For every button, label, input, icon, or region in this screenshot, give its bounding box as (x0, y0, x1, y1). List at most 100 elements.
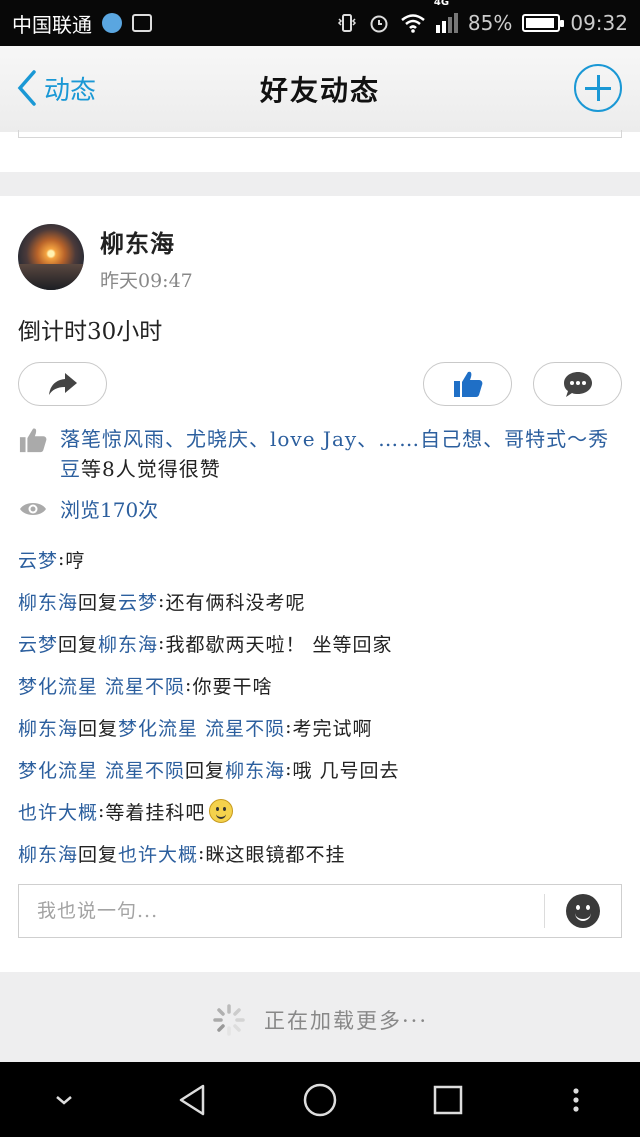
comment-author[interactable]: 柳东海 (18, 714, 78, 741)
comment-item[interactable]: 梦化流星 流星不陨 回复 柳东海: 哦 几号回去 (18, 748, 622, 790)
comment-text: 哼 (65, 549, 86, 572)
likes-text: 落笔惊风雨、尤晓庆、love Jay、……自己想、哥特式～秀豆等8人觉得很赞 (60, 424, 622, 484)
comment-text: 我都歇两天啦！ 坐等回家 (165, 633, 393, 656)
comment-author[interactable]: 梦化流星 流星不陨 (18, 756, 185, 783)
post-time: 昨天09:47 (100, 270, 193, 292)
loading-text: 正在加载更多··· (263, 1009, 429, 1033)
comment-item[interactable]: 柳东海 回复 也许大概: 眯这眼镜都不挂 (18, 832, 622, 874)
comment-separator: : (185, 674, 193, 696)
previous-reply-box (18, 130, 622, 138)
comment-separator: : (158, 632, 166, 654)
comment-reply-word: 回复 (185, 759, 226, 782)
comment-reply-target[interactable]: 梦化流星 流星不陨 (118, 714, 285, 741)
comment-reply-target[interactable]: 也许大概 (118, 840, 198, 867)
nav-collapse-button[interactable] (44, 1080, 84, 1120)
wifi-icon (401, 14, 425, 33)
comment-author[interactable]: 柳东海 (18, 840, 78, 867)
reply-input[interactable] (19, 900, 544, 922)
add-button[interactable] (574, 64, 622, 112)
comment-separator: : (198, 842, 206, 864)
likes-summary: 落笔惊风雨、尤晓庆、love Jay、……自己想、哥特式～秀豆等8人觉得很赞 (18, 424, 622, 484)
nav-recents-button[interactable] (428, 1080, 468, 1120)
clock: 09:32 (570, 11, 628, 35)
triangle-back-icon (179, 1084, 205, 1115)
comment-item[interactable]: 柳东海 回复 梦化流星 流星不陨: 考完试啊 (18, 706, 622, 748)
comment-reply-word: 回复 (78, 591, 119, 614)
comment-bubble-icon (563, 372, 592, 397)
comment-item[interactable]: 也许大概: 等着挂科吧 (18, 790, 622, 832)
comment-text: 哦 几号回去 (292, 759, 400, 782)
more-vertical-icon (573, 1087, 579, 1112)
comment-text: 还有俩科没考呢 (165, 591, 306, 614)
nav-back-button[interactable] (172, 1080, 212, 1120)
back-button[interactable]: 动态 (14, 68, 96, 108)
share-button[interactable] (18, 362, 107, 406)
alarm-icon (370, 15, 388, 33)
comment-separator: : (58, 548, 66, 570)
network-type: 4G (433, 0, 450, 8)
comment-text: 你要干啥 (192, 675, 273, 698)
comment-author[interactable]: 柳东海 (18, 588, 78, 615)
post-text: 倒计时30小时 (18, 319, 163, 345)
comment-reply-target[interactable]: 云梦 (118, 588, 158, 615)
title-bar: 动态 好友动态 (0, 46, 640, 132)
comment-separator: : (285, 758, 293, 780)
share-icon (48, 373, 77, 395)
battery-icon (522, 14, 565, 32)
views-row: 浏览170次 (18, 494, 158, 523)
signal-icon: 4G (434, 0, 458, 33)
like-button[interactable] (423, 362, 512, 406)
page-title: 好友动态 (259, 74, 380, 107)
post-card: 柳东海 昨天09:47 倒计时30小时 落笔惊风雨、尤晓庆、love Jay、…… (0, 196, 640, 972)
image-notification-icon (132, 14, 152, 32)
loading-spinner-icon (213, 1004, 245, 1036)
reply-box (18, 884, 622, 938)
likes-thumb-icon (19, 428, 47, 453)
status-bar: 中国联通 4G 85% 09:32 (0, 0, 640, 46)
comment-author[interactable]: 梦化流星 流星不陨 (18, 672, 185, 699)
likes-suffix: 等8人觉得很赞 (81, 457, 221, 481)
battery-percent: 85% (467, 11, 513, 35)
smiley-icon (566, 894, 600, 928)
views-count: 浏览170次 (60, 498, 159, 522)
chevron-left-icon (17, 70, 36, 106)
emoji-button[interactable] (545, 885, 621, 937)
comment-item[interactable]: 柳东海 回复 云梦: 还有俩科没考呢 (18, 580, 622, 622)
vibrate-icon (337, 14, 356, 32)
circle-home-icon (303, 1083, 337, 1116)
eye-icon (20, 502, 46, 515)
loading-more: 正在加载更多··· (0, 980, 640, 1060)
carrier-badge-icon (102, 13, 122, 33)
comment-reply-word: 回复 (58, 633, 99, 656)
nav-menu-button[interactable] (556, 1080, 596, 1120)
comment-item[interactable]: 云梦: 哼 (18, 538, 622, 580)
comment-author[interactable]: 云梦 (18, 546, 58, 573)
square-recents-icon (433, 1085, 463, 1114)
comment-text: 等着挂科吧 (105, 801, 206, 824)
comment-text: 考完试啊 (292, 717, 373, 740)
comment-separator: : (158, 590, 166, 612)
comment-reply-target[interactable]: 柳东海 (225, 756, 285, 783)
thumbs-up-icon (453, 371, 482, 397)
comment-reply-word: 回复 (78, 717, 119, 740)
comment-separator: : (98, 800, 106, 822)
post-author[interactable]: 柳东海 (100, 224, 175, 259)
back-label: 动态 (44, 75, 97, 106)
smiley-emoji-icon (209, 799, 234, 823)
avatar[interactable] (18, 224, 84, 290)
comment-author[interactable]: 也许大概 (18, 798, 98, 825)
comment-item[interactable]: 梦化流星 流星不陨: 你要干啥 (18, 664, 622, 706)
chevron-down-icon (56, 1095, 72, 1105)
navigation-bar (0, 1062, 640, 1137)
nav-home-button[interactable] (300, 1080, 340, 1120)
carrier-name: 中国联通 (12, 12, 92, 37)
comment-text: 眯这眼镜都不挂 (205, 843, 346, 866)
comment-list: 云梦: 哼柳东海 回复 云梦: 还有俩科没考呢 云梦 回复 柳东海: 我都歇两天啦！ 坐等… (18, 538, 622, 874)
comment-author[interactable]: 云梦 (18, 630, 58, 657)
comment-button[interactable] (533, 362, 622, 406)
comment-reply-word: 回复 (78, 843, 119, 866)
comment-reply-target[interactable]: 柳东海 (98, 630, 158, 657)
comment-item[interactable]: 云梦 回复 柳东海: 我都歇两天啦！ 坐等回家 (18, 622, 622, 664)
screen: 中国联通 4G 85% 09:32 动态 好友动态 柳东海 昨天09:47 倒计… (0, 0, 640, 1137)
comment-separator: : (285, 716, 293, 738)
